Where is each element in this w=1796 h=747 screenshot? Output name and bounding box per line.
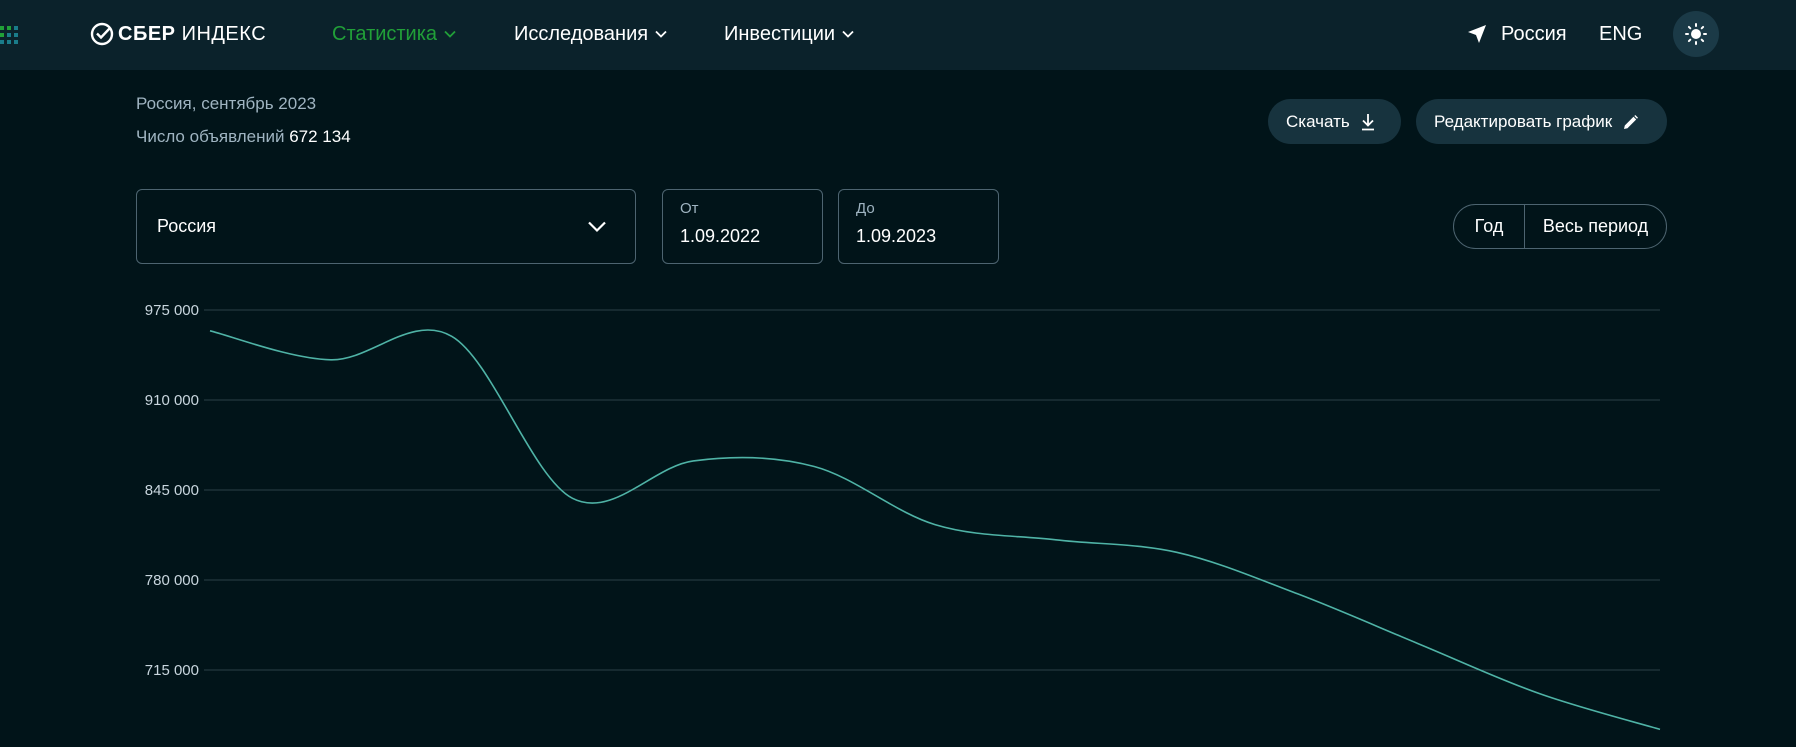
region-date-caption: Россия, сентябрь 2023 — [136, 94, 317, 113]
date-to-value: 1.09.2023 — [856, 226, 937, 246]
data-point[interactable] — [204, 325, 216, 337]
chevron-down-icon — [588, 221, 606, 233]
region-label: Россия — [1501, 23, 1567, 45]
date-from-value: 1.09.2022 — [680, 226, 761, 246]
data-point[interactable] — [1050, 534, 1062, 546]
listings-count-label: Число объявлений — [136, 127, 285, 146]
sber-index-logo[interactable]: СБЕР ИНДЕКС — [90, 22, 266, 46]
data-point[interactable] — [687, 455, 699, 467]
sun-icon — [1685, 23, 1707, 45]
data-point[interactable] — [567, 492, 579, 504]
listings-count-value: 672 134 — [289, 127, 351, 146]
period-year-button[interactable]: Год — [1454, 205, 1525, 248]
theme-toggle-button[interactable] — [1673, 11, 1719, 57]
nav-statistics[interactable]: Статистика — [332, 22, 456, 46]
data-point[interactable] — [446, 330, 458, 342]
chevron-down-icon — [444, 30, 456, 38]
y-tick-label: 910 000 — [145, 392, 199, 409]
data-point[interactable] — [929, 519, 941, 531]
region-select[interactable]: Россия — [136, 189, 636, 264]
pencil-icon — [1624, 114, 1639, 129]
nav-research[interactable]: Исследования — [514, 22, 667, 46]
data-point[interactable] — [808, 460, 820, 472]
nav-statistics-label: Статистика — [332, 23, 438, 45]
period-all-button[interactable]: Весь период — [1525, 205, 1666, 248]
data-point[interactable] — [1292, 588, 1304, 600]
nav-research-label: Исследования — [514, 23, 649, 45]
download-button-label: Скачать — [1286, 111, 1350, 131]
logo-text: СБЕР ИНДЕКС — [118, 23, 267, 45]
date-to-field[interactable]: До 1.09.2023 — [838, 189, 999, 264]
chevron-down-icon — [842, 30, 854, 38]
data-point[interactable] — [1533, 688, 1545, 700]
region-selector[interactable]: Россия — [1467, 22, 1567, 46]
y-tick-label: 715 000 — [145, 662, 199, 679]
listings-count-caption: Число объявлений 672 134 — [136, 127, 351, 147]
language-switch[interactable]: ENG — [1599, 22, 1642, 46]
top-navigation-bar: СБЕР ИНДЕКС Статистика Исследования Инве… — [0, 0, 1796, 70]
date-from-field[interactable]: От 1.09.2022 — [662, 189, 823, 264]
download-button[interactable]: Скачать — [1268, 99, 1401, 144]
nav-investments-label: Инвестиции — [724, 23, 836, 45]
data-point[interactable] — [1654, 723, 1666, 735]
apps-grid-icon[interactable] — [0, 26, 22, 44]
chevron-down-icon — [655, 30, 667, 38]
y-tick-label: 845 000 — [145, 482, 199, 499]
download-icon — [1361, 113, 1374, 130]
data-point[interactable] — [325, 354, 337, 366]
nav-investments[interactable]: Инвестиции — [724, 22, 854, 46]
date-from-label: От — [680, 200, 699, 217]
y-tick-label: 780 000 — [145, 572, 199, 589]
y-tick-label: 975 000 — [145, 302, 199, 319]
period-toggle: Год Весь период — [1453, 204, 1667, 249]
data-point[interactable] — [1171, 546, 1183, 558]
date-to-label: До — [856, 200, 875, 217]
listings-line-chart: 975 000 910 000 845 000 780 000 715 000 — [145, 302, 1666, 735]
edit-chart-button-label: Редактировать график — [1434, 111, 1613, 131]
region-select-value: Россия — [157, 216, 217, 236]
sber-logo-icon — [90, 22, 114, 46]
location-arrow-icon — [1468, 25, 1486, 43]
data-point[interactable] — [1412, 638, 1424, 650]
edit-chart-button[interactable]: Редактировать график — [1416, 99, 1667, 144]
